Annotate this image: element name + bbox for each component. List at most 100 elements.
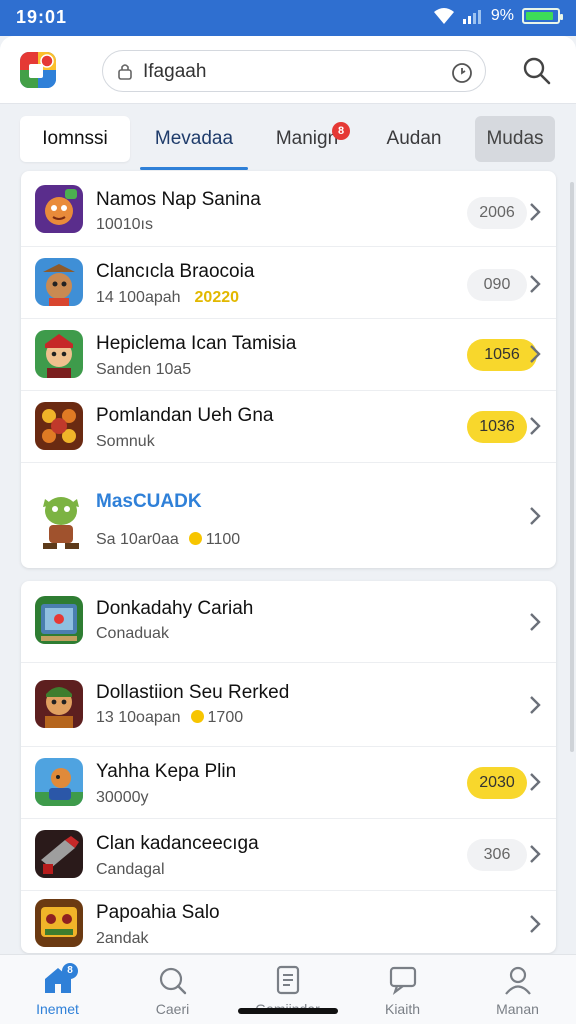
game-subtitle: Sa 10ar0aa 1100 bbox=[96, 531, 240, 549]
game-title: Yahha Kepa Plin bbox=[96, 761, 237, 782]
game-icon bbox=[35, 402, 83, 450]
chat-icon bbox=[389, 966, 417, 995]
game-list-card-1: Namos Nap Sanina 10010ıs 2006 Clancıcla … bbox=[21, 171, 556, 568]
scrollbar[interactable] bbox=[570, 182, 574, 752]
header bbox=[0, 36, 576, 104]
list-item[interactable]: Hepiclema Ican Tamisia Sanden 10a5 1056 bbox=[21, 319, 556, 391]
game-title: Namos Nap Sanina bbox=[96, 189, 261, 210]
profile-icon bbox=[505, 966, 531, 995]
game-subtitle: Somnuk bbox=[96, 433, 155, 450]
list-item[interactable]: Dollastiion Seu Rerked 13 10oapan 1700 bbox=[21, 663, 556, 747]
signal-icon bbox=[462, 10, 481, 24]
game-subtitle: 30000y bbox=[96, 789, 149, 806]
game-icon bbox=[35, 758, 83, 806]
game-subtitle: 13 10oapan 1700 bbox=[96, 709, 243, 727]
search-bar[interactable] bbox=[102, 50, 486, 92]
game-subtitle: Conaduak bbox=[96, 625, 169, 642]
score-badge-highlighted: 2030 bbox=[467, 767, 527, 799]
game-icon bbox=[35, 489, 87, 551]
game-icon bbox=[35, 596, 83, 644]
nav-label: Caeri bbox=[155, 1001, 190, 1017]
chevron-right-icon bbox=[530, 845, 541, 863]
battery-fill bbox=[526, 12, 553, 20]
game-subtitle: Candagal bbox=[96, 861, 165, 878]
battery-percent: 9% bbox=[490, 7, 514, 24]
chevron-right-icon bbox=[530, 915, 541, 933]
tab-label: Audan bbox=[386, 128, 442, 149]
score-badge-highlighted: 1056 bbox=[467, 339, 537, 371]
game-title: Papoahia Salo bbox=[96, 902, 220, 923]
tab-1[interactable]: Mevadaa bbox=[140, 116, 248, 170]
nav-item-home[interactable]: 8 Inemet bbox=[0, 955, 115, 1024]
nav-item-chat[interactable]: Kiaith bbox=[345, 955, 460, 1024]
game-icon bbox=[35, 258, 83, 306]
list-item[interactable]: Namos Nap Sanina 10010ıs 2006 bbox=[21, 171, 556, 247]
coin-value: 1700 bbox=[207, 709, 244, 726]
nav-item-profile[interactable]: Manan bbox=[460, 955, 575, 1024]
list-item-featured[interactable]: MasCUADK Sa 10ar0aa 1100 bbox=[21, 463, 556, 568]
tab-2[interactable]: Manign 8 bbox=[262, 116, 352, 162]
game-list-card-2: Donkadahy Cariah Conaduak Dollastiion Se… bbox=[21, 581, 556, 953]
nav-item-discover[interactable]: Caeri bbox=[115, 955, 230, 1024]
game-subtitle: Sanden 10a5 bbox=[96, 361, 192, 378]
list-item[interactable]: Donkadahy Cariah Conaduak bbox=[21, 581, 556, 663]
chevron-right-icon bbox=[530, 203, 541, 221]
chevron-right-icon bbox=[530, 696, 541, 714]
game-icon bbox=[35, 830, 83, 878]
nav-label: Manan bbox=[496, 1001, 539, 1017]
list-icon bbox=[276, 965, 300, 995]
subtitle-text: Sa 10ar0aa bbox=[96, 531, 179, 548]
subtitle-text: 13 10oapan bbox=[96, 709, 181, 726]
notification-badge: 8 bbox=[332, 122, 350, 140]
list-item[interactable]: Clan kadanceecıga Candagal 306 bbox=[21, 819, 556, 891]
list-item[interactable]: Pomlandan Ueh Gna Somnuk 1036 bbox=[21, 391, 556, 463]
tab-bar: Iomnssi Mevadaa Manign 8 Audan Mudas bbox=[0, 104, 576, 170]
lock-icon bbox=[118, 64, 132, 80]
nav-label: Inemet bbox=[36, 1001, 79, 1017]
game-icon bbox=[35, 899, 83, 947]
home-indicator bbox=[238, 1008, 338, 1014]
game-title: Clan kadanceecıga bbox=[96, 833, 259, 854]
app-logo-icon[interactable] bbox=[20, 52, 56, 88]
discover-icon bbox=[159, 967, 187, 995]
tab-label: Manign bbox=[275, 128, 339, 149]
tab-label: Iomnssi bbox=[42, 128, 108, 149]
chevron-right-icon bbox=[530, 417, 541, 435]
game-icon bbox=[35, 680, 83, 728]
status-time: 19:01 bbox=[16, 7, 68, 27]
coin-value: 1100 bbox=[205, 531, 241, 548]
game-subtitle: 10010ıs bbox=[96, 216, 153, 233]
clock-icon[interactable] bbox=[451, 61, 473, 83]
tab-4[interactable]: Mudas bbox=[475, 116, 555, 162]
game-title: Dollastiion Seu Rerked bbox=[96, 682, 290, 703]
chevron-right-icon bbox=[530, 507, 541, 525]
nav-label: Kiaith bbox=[384, 1001, 421, 1017]
game-title: MasCUADK bbox=[96, 491, 202, 512]
nav-badge: 8 bbox=[62, 963, 78, 979]
list-item[interactable]: Clancıcla Braocoia 14 100apah 20220 090 bbox=[21, 247, 556, 319]
chevron-right-icon bbox=[530, 773, 541, 791]
score-badge: 090 bbox=[467, 269, 527, 301]
search-icon[interactable] bbox=[522, 56, 552, 86]
game-icon bbox=[35, 185, 83, 233]
coin-icon bbox=[190, 710, 204, 723]
score-badge: 2006 bbox=[467, 197, 527, 229]
battery-icon bbox=[522, 8, 563, 24]
tab-0[interactable]: Iomnssi bbox=[20, 116, 130, 162]
tab-label: Mudas bbox=[486, 128, 544, 149]
game-icon bbox=[35, 330, 83, 378]
game-subtitle: 14 100apah 20220 bbox=[96, 289, 239, 307]
list-item[interactable]: Yahha Kepa Plin 30000y 2030 bbox=[21, 747, 556, 819]
highlight-value: 20220 bbox=[194, 289, 240, 306]
score-badge-highlighted: 1036 bbox=[467, 411, 527, 443]
game-subtitle: 2andak bbox=[96, 930, 149, 947]
score-badge: 306 bbox=[467, 839, 527, 871]
chevron-right-icon bbox=[530, 345, 541, 363]
list-item[interactable]: Papoahia Salo 2andak bbox=[21, 891, 556, 953]
tab-3[interactable]: Audan bbox=[376, 116, 452, 162]
subtitle-text: 14 100apah bbox=[96, 289, 181, 306]
search-input[interactable] bbox=[143, 57, 433, 87]
game-title: Clancıcla Braocoia bbox=[96, 261, 255, 282]
wifi-icon bbox=[433, 8, 454, 24]
coin-icon bbox=[188, 532, 202, 545]
